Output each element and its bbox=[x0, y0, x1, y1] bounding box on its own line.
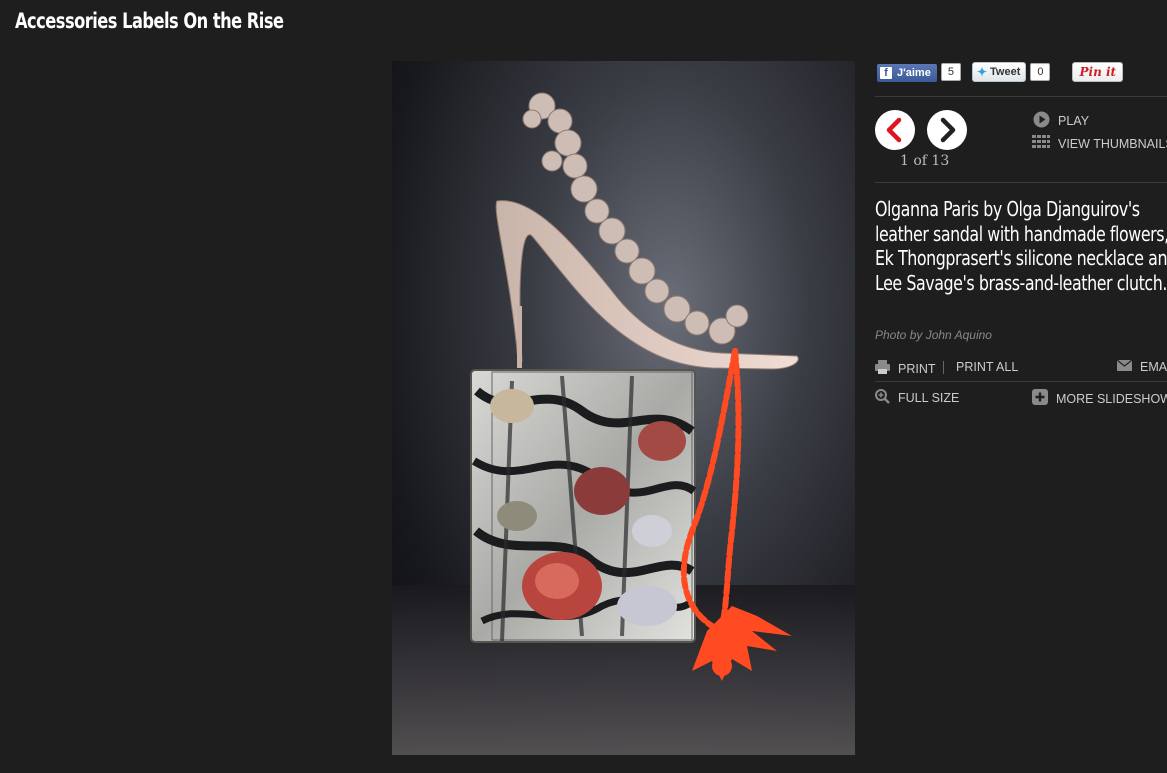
page-title: Accessories Labels On the Rise bbox=[15, 9, 284, 33]
divider bbox=[875, 182, 1167, 183]
pin-it-button[interactable]: Pin it bbox=[1072, 62, 1124, 82]
caption-line: leather sandal with handmade flowers, bbox=[875, 221, 1167, 246]
full-size-button[interactable]: FULL SIZE bbox=[875, 389, 959, 407]
caption-line: Lee Savage's brass-and-leather clutch. bbox=[875, 270, 1167, 295]
previous-slide-button[interactable] bbox=[875, 110, 915, 150]
print-all-label: PRINT ALL bbox=[956, 360, 1019, 374]
facebook-like-count: 5 bbox=[940, 63, 961, 81]
clutch bbox=[470, 369, 697, 643]
print-all-button[interactable]: PRINT ALL bbox=[939, 360, 1018, 374]
facebook-like-button[interactable]: f J'aime bbox=[877, 63, 937, 82]
tweet-count: 0 bbox=[1030, 63, 1051, 81]
facebook-like-label: J'aime bbox=[897, 66, 931, 79]
grid-icon bbox=[1032, 135, 1050, 152]
tweet-label: Tweet bbox=[990, 66, 1021, 78]
printer-icon bbox=[875, 360, 890, 377]
caption-line: Olganna Paris by Olga Djanguirov's bbox=[875, 197, 1140, 221]
slide-photo[interactable] bbox=[392, 61, 855, 755]
tweet-button[interactable]: ✦ Tweet bbox=[971, 62, 1027, 82]
photo-credit: Photo by John Aquino bbox=[875, 328, 992, 342]
more-slideshows-label: MORE SLIDESHOWS bbox=[1056, 391, 1167, 406]
divider bbox=[875, 381, 1167, 382]
zoom-icon bbox=[875, 389, 890, 407]
chevron-right-icon bbox=[940, 117, 956, 143]
email-button[interactable]: EMAIL bbox=[1116, 359, 1167, 374]
view-thumbnails-button[interactable]: VIEW THUMBNAILS bbox=[1032, 135, 1167, 152]
play-icon bbox=[1033, 111, 1050, 131]
chevron-left-icon bbox=[886, 117, 902, 143]
separator bbox=[943, 360, 944, 374]
play-button[interactable]: PLAY bbox=[1033, 111, 1089, 131]
view-thumbnails-label: VIEW THUMBNAILS bbox=[1058, 136, 1167, 151]
facebook-icon: f bbox=[880, 66, 892, 79]
full-size-label: FULL SIZE bbox=[898, 391, 960, 405]
caption-line: Ek Thongprasert's silicone necklace and bbox=[875, 246, 1167, 270]
slide-counter: 1 of 13 bbox=[900, 153, 950, 169]
divider bbox=[875, 96, 1167, 97]
print-label: PRINT bbox=[898, 361, 936, 376]
next-slide-button[interactable] bbox=[927, 110, 967, 150]
more-slideshows-button[interactable]: MORE SLIDESHOWS bbox=[1032, 389, 1167, 408]
play-label: PLAY bbox=[1058, 114, 1090, 128]
social-bar: f J'aime 5 ✦ Tweet 0 Pin it bbox=[877, 61, 1124, 83]
email-label: EMAIL bbox=[1140, 360, 1167, 374]
envelope-icon bbox=[1116, 359, 1133, 374]
twitter-bird-icon: ✦ bbox=[976, 65, 987, 79]
sandal bbox=[495, 92, 799, 370]
photo-illustration bbox=[470, 92, 799, 681]
tassel bbox=[692, 606, 792, 681]
slide-caption: Olganna Paris by Olga Djanguirov's leath… bbox=[875, 197, 1167, 295]
plus-icon bbox=[1032, 389, 1048, 408]
print-button[interactable]: PRINT bbox=[875, 360, 936, 377]
